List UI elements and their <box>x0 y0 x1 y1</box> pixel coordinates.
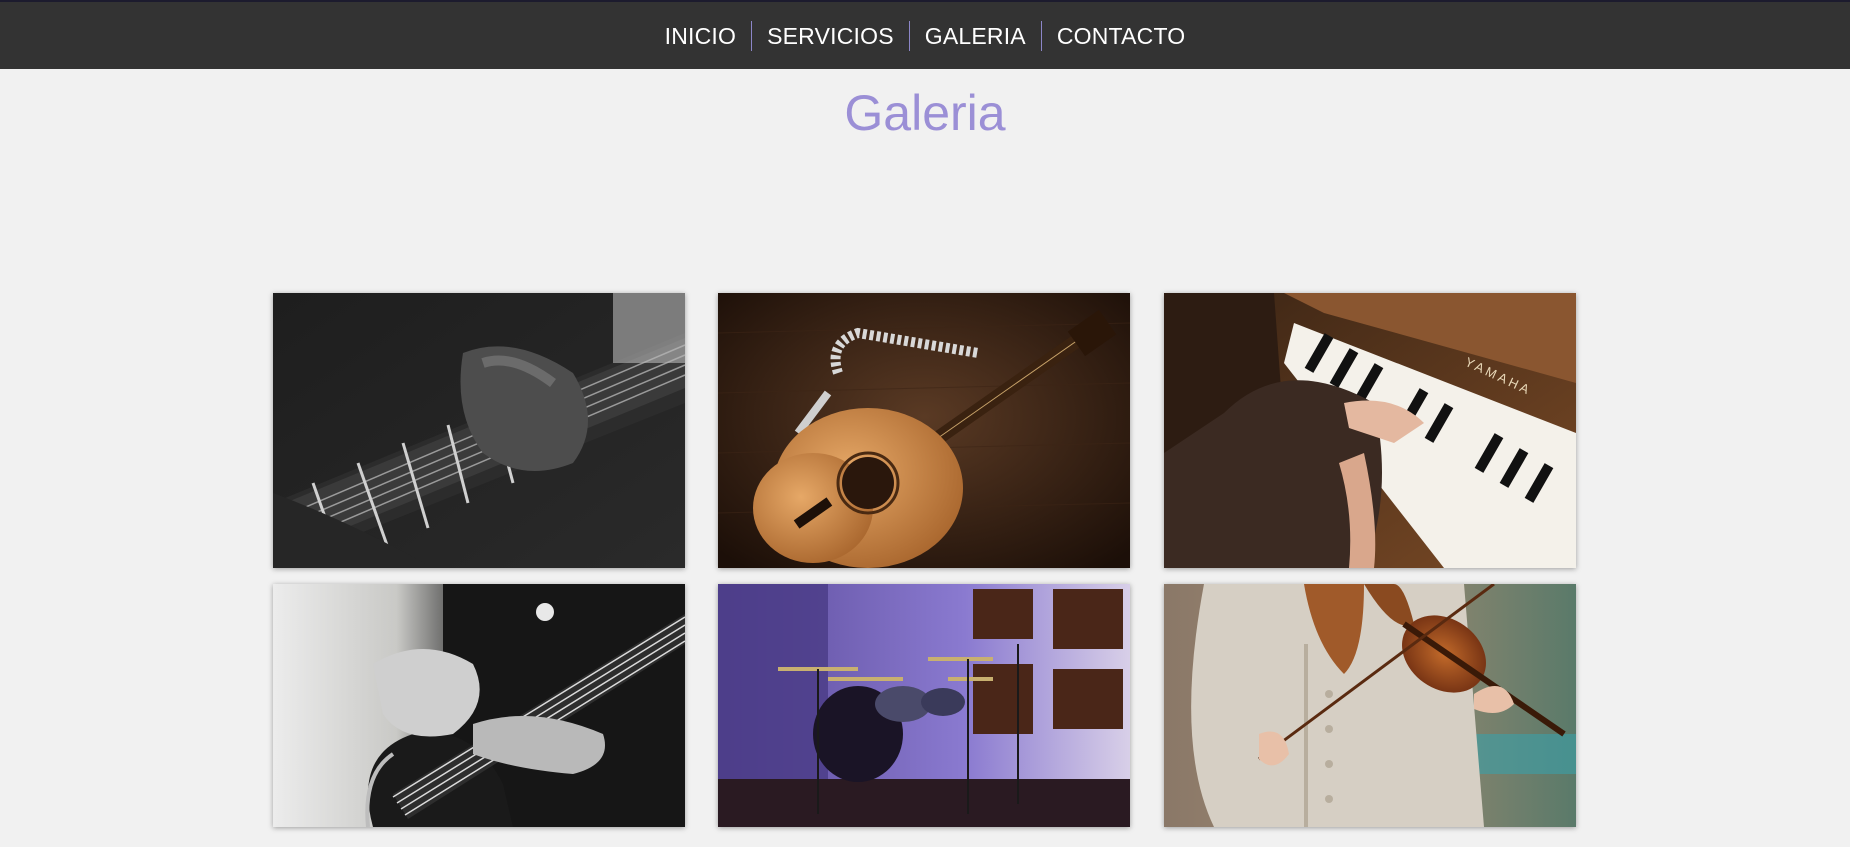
acoustic-guitar-photo <box>718 293 1130 568</box>
gallery-image-bass-guitar[interactable] <box>273 584 685 827</box>
electric-guitar-bw-photo <box>273 293 685 568</box>
page-title: Galeria <box>844 85 1006 141</box>
gallery-image-piano[interactable]: YAMAHA <box>1164 293 1576 568</box>
gallery-image-drum-kit[interactable] <box>718 584 1130 827</box>
bass-guitar-photo <box>273 584 685 827</box>
gallery-image-acoustic-guitar[interactable] <box>718 293 1130 568</box>
gallery-image-electric-guitar[interactable] <box>273 293 685 568</box>
nav-link-inicio[interactable]: INICIO <box>650 20 751 52</box>
nav-link-servicios[interactable]: SERVICIOS <box>752 20 909 52</box>
gallery-image-violin[interactable] <box>1164 584 1576 827</box>
nav-link-contacto[interactable]: CONTACTO <box>1042 20 1201 52</box>
drum-kit-photo <box>718 584 1130 827</box>
nav-link-galeria[interactable]: GALERIA <box>910 20 1041 52</box>
nav-list: INICIO SERVICIOS GALERIA CONTACTO <box>650 20 1201 52</box>
piano-photo: YAMAHA <box>1164 293 1576 568</box>
violin-photo <box>1164 584 1576 827</box>
gallery-grid: YAMAHA <box>0 181 1850 841</box>
main-nav: INICIO SERVICIOS GALERIA CONTACTO <box>0 2 1850 69</box>
